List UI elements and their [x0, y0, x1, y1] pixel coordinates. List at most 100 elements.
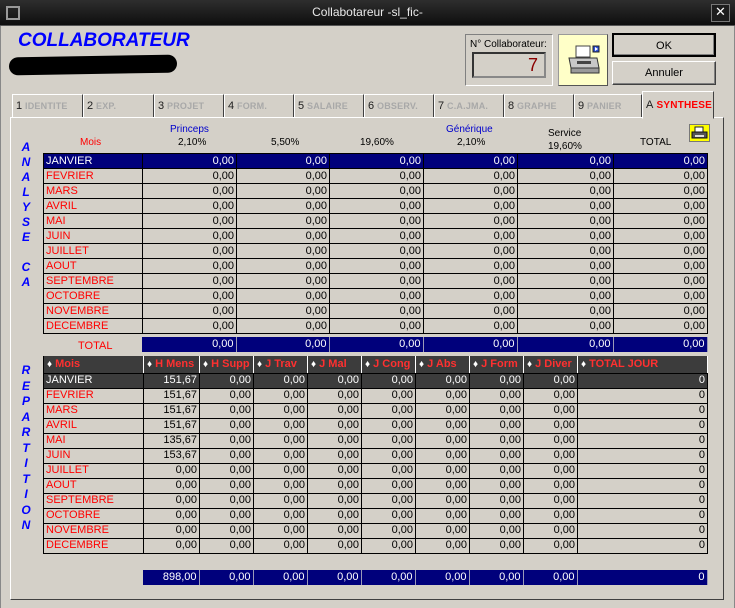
column-header[interactable]: ♦ J Form — [469, 356, 524, 374]
value-cell: 0,00 — [307, 538, 362, 554]
value-cell: 0,00 — [236, 288, 330, 304]
print-analyse-button[interactable] — [689, 124, 710, 142]
table-row[interactable]: JUIN 0,00 0,00 0,00 0,00 0,00 0,00 — [43, 228, 708, 244]
value-cell: 0,00 — [236, 303, 330, 319]
tab-panier[interactable]: 9 PANIER — [574, 94, 642, 118]
column-header[interactable]: ♦ J Trav — [253, 356, 308, 374]
tab-number: 1 — [16, 100, 23, 112]
value-cell: 0,00 — [415, 448, 470, 464]
header-total: TOTAL — [640, 137, 672, 148]
value-cell: 0,00 — [469, 478, 524, 494]
value-cell: 0,00 — [236, 228, 330, 244]
value-cell: 0,00 — [613, 243, 708, 259]
redacted-name — [8, 54, 178, 76]
value-cell: 0,00 — [199, 418, 254, 434]
tab-identite[interactable]: 1 IDENTITE — [12, 94, 83, 118]
value-cell: 0,00 — [517, 168, 614, 184]
table-row[interactable]: SEPTEMBRE 0,00 0,00 0,00 0,00 0,00 0,00 — [43, 273, 708, 289]
total-cell: 0,00 — [415, 570, 470, 585]
tab-exp[interactable]: 2 EXP. — [83, 94, 154, 118]
month-cell: MAI — [43, 213, 143, 229]
value-cell: 0,00 — [253, 508, 308, 524]
header-generique: Générique — [446, 124, 493, 135]
print-button[interactable] — [558, 34, 608, 86]
side-letter: T — [22, 440, 30, 455]
column-header[interactable]: ♦ J Abs — [415, 356, 470, 374]
value-cell: 0 — [577, 418, 708, 434]
table-row[interactable]: JANVIER 151,67 0,00 0,00 0,00 0,00 0,00 0,00 0,0… — [43, 373, 708, 389]
tab-observ[interactable]: 6 OBSERV. — [364, 94, 434, 118]
table-row[interactable]: FEVRIER 0,00 0,00 0,00 0,00 0,00 0,00 — [43, 168, 708, 184]
total-cell: 0,00 — [253, 570, 308, 585]
value-cell: 0,00 — [523, 508, 578, 524]
header-princeps: Princeps — [170, 124, 209, 135]
table-row[interactable]: AOUT 0,00 0,00 0,00 0,00 0,00 0,00 — [43, 258, 708, 274]
analyse-ca-table: JANVIER 0,00 0,00 0,00 0,00 0,00 0,00 FEVRIER 0,… — [43, 153, 708, 334]
table-row[interactable]: MARS 0,00 0,00 0,00 0,00 0,00 0,00 — [43, 183, 708, 199]
tab-number: 4 — [228, 100, 235, 112]
table-row[interactable]: JANVIER 0,00 0,00 0,00 0,00 0,00 0,00 — [43, 153, 708, 169]
value-cell: 0 — [577, 493, 708, 509]
table-row[interactable]: OCTOBRE 0,00 0,00 0,00 0,00 0,00 0,00 0,00 0,00 0 — [43, 508, 708, 524]
side-letter: P — [21, 394, 30, 408]
value-cell: 0,00 — [523, 538, 578, 554]
ok-button[interactable]: OK — [612, 33, 716, 57]
tab-number: 5 — [298, 100, 305, 112]
table-row[interactable]: MARS 151,67 0,00 0,00 0,00 0,00 0,00 0,00 0,00 0 — [43, 403, 708, 419]
sort-arrow-icon: ♦ — [47, 358, 53, 370]
value-cell: 0,00 — [199, 373, 254, 389]
printer-icon — [568, 45, 600, 74]
tab-salaire[interactable]: 5 SALAIRE — [294, 94, 364, 118]
column-header[interactable]: ♦ J Mal — [307, 356, 362, 374]
table-row[interactable]: MAI 135,67 0,00 0,00 0,00 0,00 0,00 0,00 0,00 0 — [43, 433, 708, 449]
table-row[interactable]: NOVEMBRE 0,00 0,00 0,00 0,00 0,00 0,00 0,00 0,00… — [43, 523, 708, 539]
value-cell: 0,00 — [199, 388, 254, 404]
table-row[interactable]: OCTOBRE 0,00 0,00 0,00 0,00 0,00 0,00 — [43, 288, 708, 304]
column-header[interactable]: ♦ TOTAL JOUR — [577, 356, 708, 374]
tab-label: PROJET — [167, 101, 205, 111]
value-cell: 135,67 — [143, 433, 200, 449]
table-row[interactable]: AVRIL 0,00 0,00 0,00 0,00 0,00 0,00 — [43, 198, 708, 214]
table-row[interactable]: MAI 0,00 0,00 0,00 0,00 0,00 0,00 — [43, 213, 708, 229]
month-cell: MAI — [43, 433, 144, 449]
sort-arrow-icon: ♦ — [311, 358, 317, 370]
table-row[interactable]: NOVEMBRE 0,00 0,00 0,00 0,00 0,00 0,00 — [43, 303, 708, 319]
cancel-button[interactable]: Annuler — [612, 61, 716, 85]
table-row[interactable]: FEVRIER 151,67 0,00 0,00 0,00 0,00 0,00 0,00 0,0… — [43, 388, 708, 404]
analyse-ca-side-label: A N A L Y S E C A — [19, 140, 33, 290]
value-cell: 0,00 — [142, 213, 237, 229]
tab-projet[interactable]: 3 PROJET — [154, 94, 224, 118]
total-cell: 0,00 — [236, 337, 330, 352]
month-cell: JANVIER — [43, 153, 143, 169]
table-row[interactable]: JUILLET 0,00 0,00 0,00 0,00 0,00 0,00 0,00 0,00 0 — [43, 463, 708, 479]
column-header[interactable]: ♦ H Supp — [199, 356, 254, 374]
table-row[interactable]: DECEMBRE 0,00 0,00 0,00 0,00 0,00 0,00 — [43, 318, 708, 334]
tab-label: C.A.JMA. — [447, 101, 489, 111]
column-header[interactable]: ♦ J Diver — [523, 356, 578, 374]
value-cell: 0 — [577, 478, 708, 494]
total-cell: 0 — [577, 570, 708, 585]
column-header[interactable]: ♦ H Mens — [143, 356, 200, 374]
tab-graphe[interactable]: 8 GRAPHE — [504, 94, 574, 118]
value-cell: 0 — [577, 538, 708, 554]
value-cell: 0,00 — [517, 288, 614, 304]
value-cell: 0,00 — [143, 478, 200, 494]
table-row[interactable]: AVRIL 151,67 0,00 0,00 0,00 0,00 0,00 0,00 0,00 0 — [43, 418, 708, 434]
table-row[interactable]: JUILLET 0,00 0,00 0,00 0,00 0,00 0,00 — [43, 243, 708, 259]
column-header-label: J Diver — [535, 357, 572, 370]
table-row[interactable]: DECEMBRE 0,00 0,00 0,00 0,00 0,00 0,00 0,00 0,00… — [43, 538, 708, 554]
tab-cajma[interactable]: 7 C.A.JMA. — [434, 94, 504, 118]
collaborator-number-field[interactable]: 7 — [472, 52, 546, 78]
close-button[interactable]: ✕ — [711, 4, 730, 22]
column-header[interactable]: ♦ Mois — [43, 356, 144, 374]
value-cell: 0 — [577, 448, 708, 464]
table-row[interactable]: SEPTEMBRE 0,00 0,00 0,00 0,00 0,00 0,00 0,00 0,0… — [43, 493, 708, 509]
table-row[interactable]: JUIN 153,67 0,00 0,00 0,00 0,00 0,00 0,00 0,00 0 — [43, 448, 708, 464]
tab-synthese[interactable]: A SYNTHESE — [642, 91, 714, 119]
value-cell: 0,00 — [469, 538, 524, 554]
table-row[interactable]: AOUT 0,00 0,00 0,00 0,00 0,00 0,00 0,00 0,00 0 — [43, 478, 708, 494]
repartition-total-row: 898,00 0,00 0,00 0,00 0,00 0,00 0,00 0,00 0 — [143, 570, 708, 585]
value-cell: 0,00 — [307, 448, 362, 464]
column-header[interactable]: ♦ J Cong — [361, 356, 416, 374]
tab-form[interactable]: 4 FORM. — [224, 94, 294, 118]
